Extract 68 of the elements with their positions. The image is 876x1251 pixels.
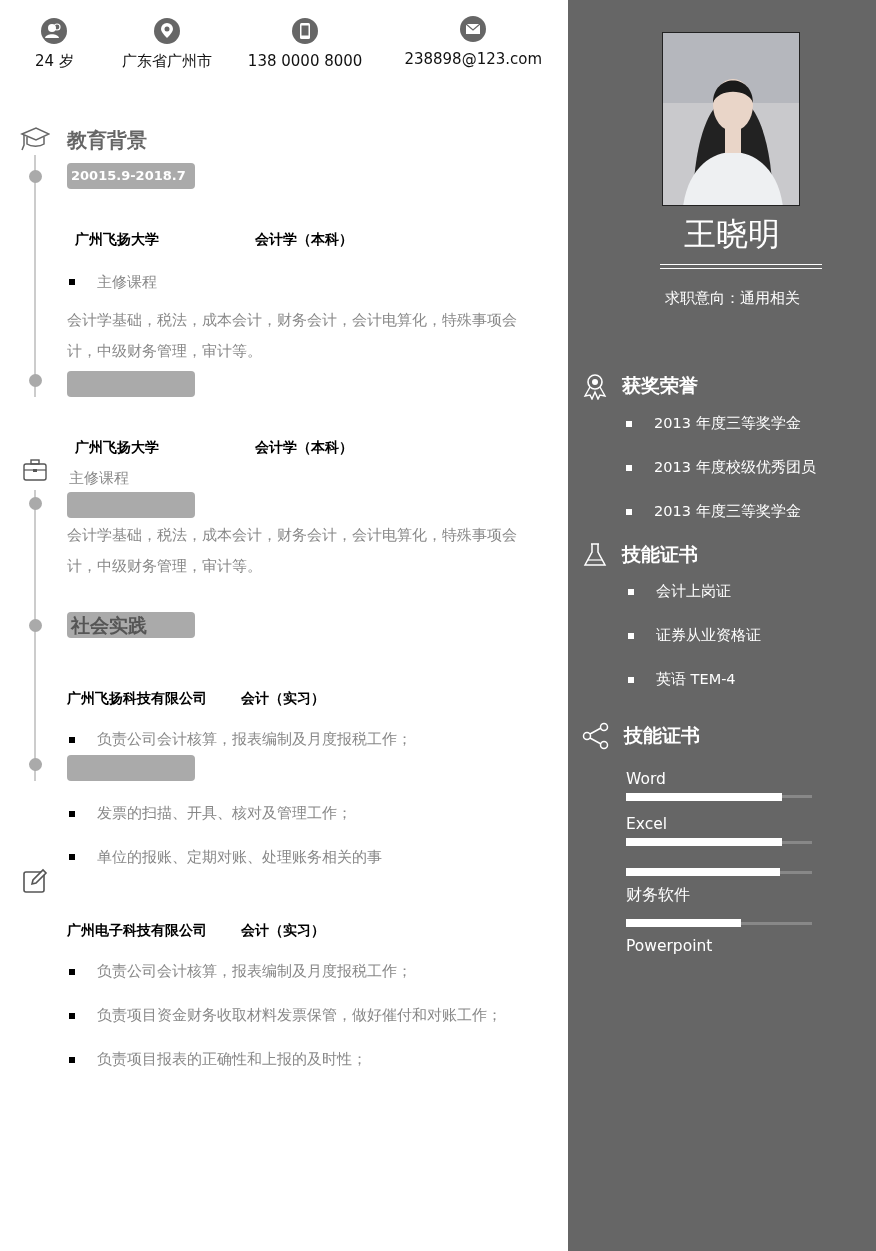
certificate-text: 证券从业资格证 — [656, 625, 761, 645]
skill-label: Powerpoint — [626, 936, 714, 958]
school-name: 广州飞扬大学 — [75, 438, 160, 458]
section-title: 技能证书 — [624, 724, 700, 747]
bullet-icon — [626, 508, 632, 515]
course-label: 主修课程 — [69, 469, 129, 489]
timeline-dot — [28, 497, 42, 510]
certificate-text: 会计上岗证 — [656, 581, 731, 601]
bullet-icon — [626, 420, 632, 427]
location-pin-icon — [153, 18, 180, 44]
contact-text: 24 岁 — [35, 51, 74, 72]
bullet-icon — [628, 588, 634, 595]
role-name: 会计（实习） — [241, 921, 325, 941]
duty-text: 负责公司会计核算，报表编制及月度报税工作； — [97, 730, 412, 749]
share-icon — [582, 721, 610, 750]
honor-text: 2013 年度三等奖学金 — [654, 413, 801, 433]
job-intent: 求职意向：通用相关 — [663, 288, 801, 309]
skill-label: Excel — [626, 813, 669, 835]
company-name: 广州飞扬科技有限公司 — [67, 689, 208, 708]
contact-text: 广东省广州市 — [121, 51, 212, 72]
section-title: 获奖荣誉 — [622, 374, 698, 397]
duty-text: 发票的扫描、开具、核对及管理工作； — [97, 803, 352, 823]
contact-text: 238898@123.com — [404, 49, 543, 70]
duty-text: 负责公司会计核算，报表编制及月度报税工作； — [97, 962, 412, 982]
duty-text: 单位的报账、定期对账、处理账务相关的事 — [97, 847, 382, 867]
date-tag: 20015.9-2018.7 — [67, 162, 195, 189]
person-icon — [41, 18, 68, 44]
duty-text: 负责项目资金财务收取材料发票保管，做好催付和对账工作； — [97, 1006, 502, 1025]
graduation-cap-icon — [20, 124, 50, 153]
person-name: 王晓明 — [683, 214, 781, 254]
bullet-icon — [69, 736, 75, 743]
section-title: 社会实践 — [67, 612, 195, 638]
briefcase-icon — [22, 458, 48, 483]
timeline-dot — [28, 619, 42, 632]
bullet-icon — [69, 1056, 75, 1063]
description-text: 会计学基础，税法，成本会计，财务会计，会计电算化，特殊事项会计，中级财务管理，审计等。 — [67, 526, 518, 576]
course-label: 主修课程 — [97, 272, 157, 292]
bullet-icon — [626, 464, 632, 471]
role-name: 会计（实习） — [241, 689, 325, 708]
bullet-icon — [628, 632, 634, 639]
award-icon — [582, 371, 608, 400]
company-name: 广州电子科技有限公司 — [67, 921, 208, 941]
major-name: 会计学（本科） — [255, 438, 353, 458]
section-title: 教育背景 — [67, 126, 148, 154]
bullet-icon — [69, 810, 75, 817]
flask-icon — [582, 541, 608, 568]
contact-text: 138 0000 8000 — [247, 51, 363, 72]
skill-label: Word — [626, 768, 667, 790]
pencil-icon — [22, 868, 48, 895]
phone-icon — [292, 18, 319, 44]
bullet-icon — [69, 854, 75, 861]
section-title: 技能证书 — [622, 543, 698, 566]
timeline-dot — [28, 169, 42, 183]
mail-icon — [460, 16, 487, 42]
timeline-dot — [28, 757, 42, 771]
school-name: 广州飞扬大学 — [75, 229, 160, 249]
certificate-text: 英语 TEM-4 — [656, 669, 736, 689]
bullet-icon — [69, 279, 75, 286]
bullet-icon — [69, 969, 75, 976]
duty-text: 负责项目报表的正确性和上报的及时性； — [97, 1049, 367, 1069]
timeline-dot — [28, 374, 42, 388]
honor-text: 2013 年度三等奖学金 — [654, 501, 801, 521]
honor-text: 2013 年度校级优秀团员 — [654, 457, 816, 477]
skill-label: 财务软件 — [626, 885, 691, 906]
bullet-icon — [628, 676, 634, 683]
bullet-icon — [69, 1012, 75, 1019]
major-name: 会计学（本科） — [255, 229, 353, 249]
description-text: 会计学基础，税法，成本会计，财务会计，会计电算化，特殊事项会计，中级财务管理，审计等。 — [67, 311, 518, 362]
